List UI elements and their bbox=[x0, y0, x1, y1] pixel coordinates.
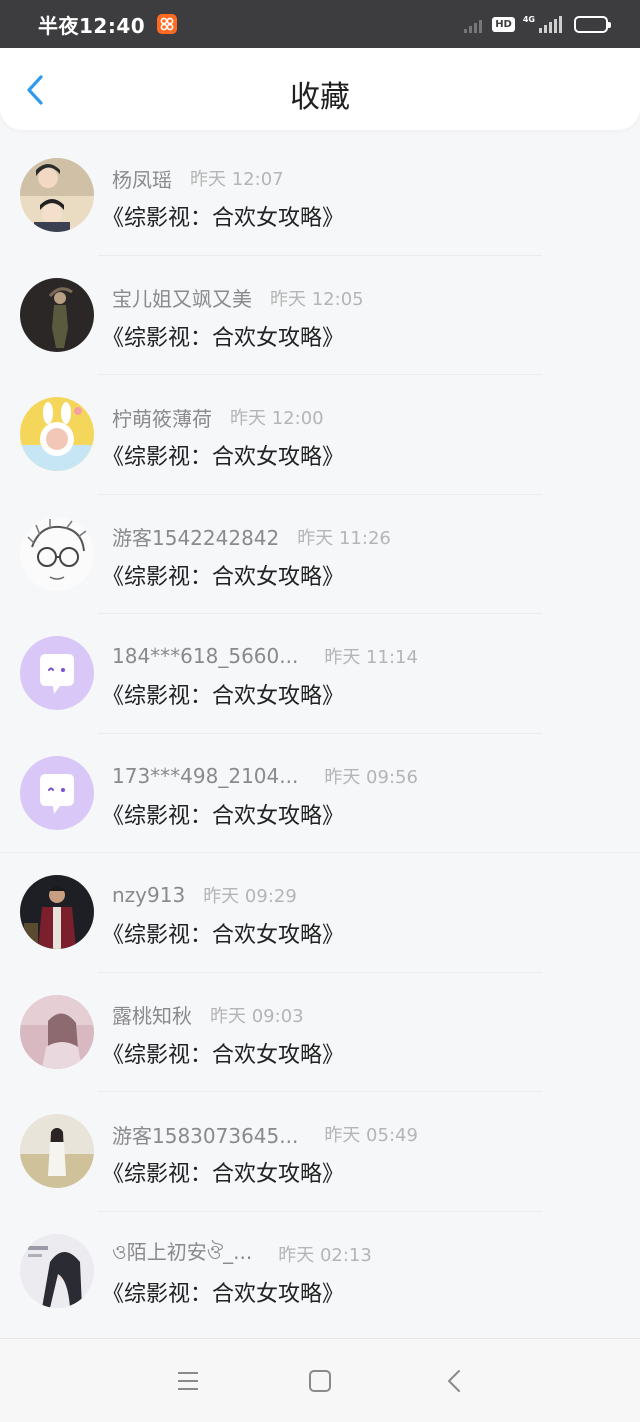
list-item[interactable]: 露桃知秋 昨天 09:03 《综影视：合欢女攻略》 bbox=[0, 972, 640, 1092]
timestamp: 昨天 11:14 bbox=[324, 647, 418, 668]
hd-badge: HD bbox=[492, 16, 515, 32]
home-square-icon bbox=[309, 1370, 331, 1392]
timestamp: 昨天 09:56 bbox=[324, 766, 418, 788]
username[interactable]: 柠萌筱薄荷 bbox=[112, 403, 212, 432]
wifi-signal-icon bbox=[462, 15, 483, 33]
book-title[interactable]: 《综影视：合欢女攻略》 bbox=[102, 439, 344, 471]
item-meta: ও陌上初安ঔ_... 昨天 02:13 bbox=[112, 1240, 372, 1268]
username[interactable]: ও陌上初安ঔ_... bbox=[112, 1236, 252, 1271]
item-meta: 杨凤瑶 昨天 12:07 bbox=[112, 164, 284, 192]
item-meta: 游客1583073645... 昨天 05:49 bbox=[112, 1120, 418, 1148]
cellular-signal-icon: 4G bbox=[523, 15, 562, 33]
page-title: 收藏 bbox=[290, 80, 350, 115]
avatar[interactable] bbox=[20, 397, 94, 471]
item-meta: 173***498_2104... 昨天 09:56 bbox=[112, 762, 418, 790]
status-time: 半夜12:40 bbox=[38, 13, 146, 38]
list-item[interactable]: 杨凤瑶 昨天 12:07 《综影视：合欢女攻略》 bbox=[0, 136, 640, 256]
menu-icon bbox=[178, 1372, 198, 1390]
timestamp: 昨天 05:49 bbox=[324, 1125, 418, 1146]
timestamp: 昨天 12:00 bbox=[230, 408, 324, 429]
timestamp: 昨天 12:07 bbox=[190, 169, 284, 190]
timestamp: 昨天 12:05 bbox=[270, 288, 364, 310]
timestamp: 昨天 02:13 bbox=[278, 1244, 372, 1266]
username[interactable]: 173***498_2104... bbox=[112, 764, 298, 788]
book-title[interactable]: 《综影视：合欢女攻略》 bbox=[102, 200, 344, 232]
book-title[interactable]: 《综影视：合欢女攻略》 bbox=[102, 320, 344, 352]
avatar[interactable] bbox=[20, 277, 94, 352]
username[interactable]: 游客1542242842 bbox=[112, 522, 279, 551]
list-item[interactable]: 宝儿姐又飒又美 昨天 12:05 《综影视：合欢女攻略》 bbox=[0, 255, 640, 375]
book-title[interactable]: 《综影视：合欢女攻略》 bbox=[102, 798, 344, 830]
home-button[interactable] bbox=[306, 1367, 334, 1395]
avatar[interactable] bbox=[20, 158, 94, 232]
default-avatar[interactable] bbox=[20, 755, 94, 830]
list-item[interactable]: 柠萌筱薄荷 昨天 12:00 《综影视：合欢女攻略》 bbox=[0, 375, 640, 495]
book-title[interactable]: 《综影视：合欢女攻略》 bbox=[102, 678, 344, 710]
back-triangle-icon bbox=[448, 1370, 460, 1392]
list-item[interactable]: nzy913 昨天 09:29 《综影视：合欢女攻略》 bbox=[0, 853, 640, 973]
item-meta: 游客1542242842 昨天 11:26 bbox=[112, 523, 391, 551]
app-header: 收藏 bbox=[0, 48, 640, 130]
avatar[interactable] bbox=[20, 1233, 94, 1308]
network-type-label: 4G bbox=[522, 15, 535, 24]
avatar[interactable] bbox=[20, 994, 94, 1069]
list-item[interactable]: 173***498_2104... 昨天 09:56 《综影视：合欢女攻略》 bbox=[0, 733, 640, 853]
book-title[interactable]: 《综影视：合欢女攻略》 bbox=[102, 559, 344, 591]
timestamp: 昨天 09:29 bbox=[203, 886, 297, 907]
status-bar: 半夜12:40 HD 4G 82 bbox=[0, 0, 640, 48]
system-nav-bar bbox=[0, 1338, 640, 1422]
username[interactable]: 184***618_5660... bbox=[112, 644, 298, 668]
default-avatar[interactable] bbox=[20, 636, 94, 710]
item-meta: 184***618_5660... 昨天 11:14 bbox=[112, 642, 418, 670]
menu-button[interactable] bbox=[174, 1367, 202, 1395]
battery-icon: 82 bbox=[574, 15, 611, 33]
item-meta: nzy913 昨天 09:29 bbox=[112, 881, 297, 909]
item-meta: 露桃知秋 昨天 09:03 bbox=[112, 1001, 304, 1029]
username[interactable]: 露桃知秋 bbox=[112, 1000, 192, 1029]
book-title[interactable]: 《综影视：合欢女攻略》 bbox=[102, 1156, 344, 1188]
avatar[interactable] bbox=[20, 1114, 94, 1188]
list-item[interactable]: 游客1583073645... 昨天 05:49 《综影视：合欢女攻略》 bbox=[0, 1092, 640, 1212]
list-item[interactable]: 游客1542242842 昨天 11:26 《综影视：合欢女攻略》 bbox=[0, 494, 640, 614]
book-title[interactable]: 《综影视：合欢女攻略》 bbox=[102, 917, 344, 949]
list-item[interactable]: ও陌上初安ঔ_... 昨天 02:13 《综影视：合欢女攻略》 bbox=[0, 1211, 640, 1331]
battery-level: 82 bbox=[583, 17, 599, 31]
username[interactable]: 杨凤瑶 bbox=[112, 164, 172, 193]
timestamp: 昨天 09:03 bbox=[210, 1005, 304, 1027]
username[interactable]: nzy913 bbox=[112, 883, 185, 907]
nav-back-button[interactable] bbox=[440, 1367, 468, 1395]
list-item[interactable]: 184***618_5660... 昨天 11:14 《综影视：合欢女攻略》 bbox=[0, 614, 640, 734]
avatar[interactable] bbox=[20, 875, 94, 949]
app-notification-icon bbox=[157, 14, 178, 34]
item-meta: 柠萌筱薄荷 昨天 12:00 bbox=[112, 403, 324, 431]
item-meta: 宝儿姐又飒又美 昨天 12:05 bbox=[112, 284, 364, 312]
favorites-list: 杨凤瑶 昨天 12:07 《综影视：合欢女攻略》 宝儿姐又飒又美 昨天 12:0… bbox=[0, 136, 640, 1331]
avatar[interactable] bbox=[20, 516, 94, 591]
username[interactable]: 游客1583073645... bbox=[112, 1120, 298, 1149]
book-title[interactable]: 《综影视：合欢女攻略》 bbox=[102, 1276, 344, 1308]
battery-tip bbox=[608, 21, 611, 28]
username[interactable]: 宝儿姐又飒又美 bbox=[112, 283, 252, 312]
timestamp: 昨天 11:26 bbox=[297, 527, 391, 549]
book-title[interactable]: 《综影视：合欢女攻略》 bbox=[102, 1037, 344, 1069]
